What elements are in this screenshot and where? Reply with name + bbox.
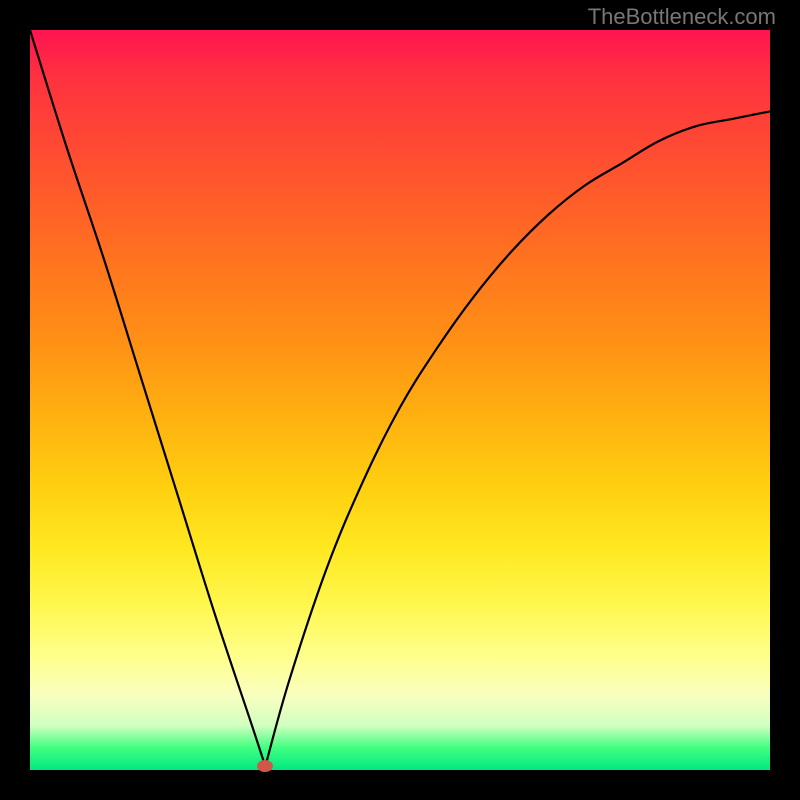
apex-marker bbox=[257, 760, 273, 772]
curve-path-right bbox=[265, 111, 770, 766]
curve-svg bbox=[30, 30, 770, 770]
chart-plot-area bbox=[30, 30, 770, 770]
watermark-text: TheBottleneck.com bbox=[588, 4, 776, 30]
curve-path-left bbox=[30, 30, 265, 766]
